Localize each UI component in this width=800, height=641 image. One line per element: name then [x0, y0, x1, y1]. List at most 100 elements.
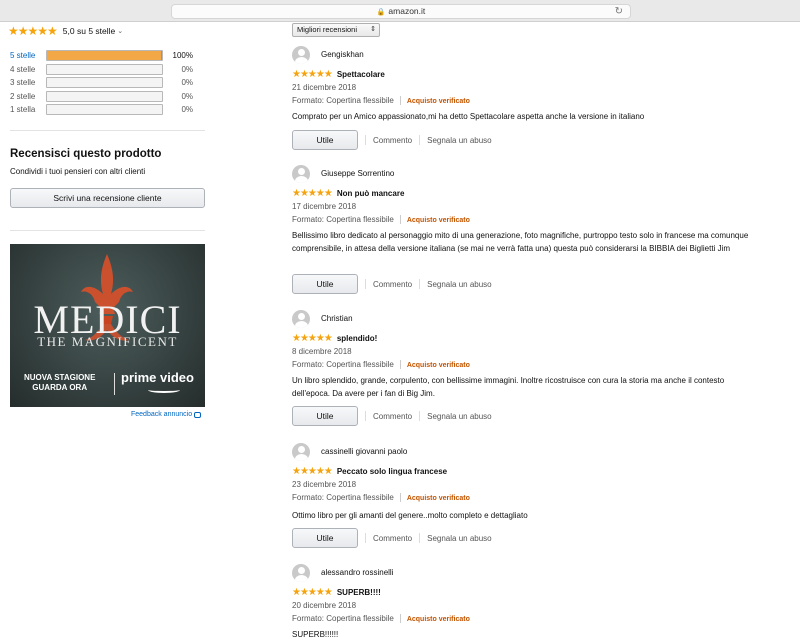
separator: [419, 279, 421, 289]
ad-separator: [114, 373, 115, 395]
review-title-row: ★★★★★ Spettacolare: [292, 69, 385, 80]
report-abuse-link[interactable]: Segnala un abuso: [427, 280, 492, 289]
helpful-button[interactable]: Utile: [292, 406, 358, 426]
ad-line-2: GUARDA ORA: [32, 383, 88, 392]
select-arrows-icon: ⇕: [370, 26, 376, 33]
review-format: Formato: Copertina flessibile Acquisto ve…: [292, 493, 470, 503]
comment-link[interactable]: Commento: [373, 136, 412, 145]
rating-histogram: 5 stelle 100% 4 stelle 0% 3 stelle 0% 2 …: [10, 49, 210, 117]
smile-icon: [148, 387, 180, 393]
reviewer-name[interactable]: cassinelli giovanni paolo: [321, 447, 407, 456]
advertisement-banner[interactable]: MEDICI THE MAGNIFICENT NUOVA STAGIONE GU…: [10, 244, 205, 407]
histogram-percent: 100%: [172, 51, 193, 61]
rating-text: 5,0 su 5 stelle: [62, 26, 116, 36]
histogram-percent: 0%: [181, 64, 193, 74]
helpful-button[interactable]: Utile: [292, 528, 358, 548]
avatar: [292, 564, 310, 582]
review-format: Formato: Copertina flessibile Acquisto ve…: [292, 215, 470, 225]
helpful-button[interactable]: Utile: [292, 274, 358, 294]
prime-video-logo: prime video: [121, 370, 194, 385]
histogram-label: 2 stelle: [10, 91, 36, 101]
review-title[interactable]: SUPERB!!!!: [337, 588, 381, 597]
review-title[interactable]: Non può mancare: [337, 189, 405, 198]
sort-select[interactable]: Migliori recensioni ⇕: [292, 23, 380, 37]
histogram-row[interactable]: 5 stelle 100%: [10, 49, 210, 63]
histogram-fill: [47, 51, 162, 61]
review-title[interactable]: Spettacolare: [337, 70, 385, 79]
reviewer-name[interactable]: Giuseppe Sorrentino: [321, 169, 394, 178]
ad-line-1: NUOVA STAGIONE: [24, 373, 96, 382]
histogram-label: 1 stella: [10, 105, 36, 115]
review-stars-icon: ★★★★★: [292, 587, 333, 598]
ad-cta: NUOVA STAGIONE GUARDA ORA: [24, 373, 95, 393]
review-body: Un libro splendido, grande, corpulento, …: [292, 376, 725, 398]
histogram-label: 4 stelle: [10, 64, 36, 74]
histogram-bar: [46, 77, 163, 89]
review-date: 17 dicembre 2018: [292, 202, 357, 211]
format-label[interactable]: Formato: Copertina flessibile: [292, 614, 394, 623]
format-label[interactable]: Formato: Copertina flessibile: [292, 360, 394, 369]
separator: [399, 360, 401, 370]
review-date: 8 dicembre 2018: [292, 347, 352, 356]
histogram-bar[interactable]: [46, 50, 163, 62]
review-title[interactable]: splendido!: [337, 334, 377, 343]
avatar: [292, 310, 310, 328]
separator: [419, 533, 421, 543]
histogram-row: 3 stelle 0%: [10, 76, 210, 90]
report-abuse-link[interactable]: Segnala un abuso: [427, 412, 492, 421]
separator: [399, 96, 401, 106]
address-bar[interactable]: 🔒 amazon.it ↻: [171, 4, 631, 19]
separator: [365, 279, 366, 289]
comment-link[interactable]: Commento: [373, 412, 412, 421]
verified-badge: Acquisto verificato: [406, 495, 470, 502]
browser-toolbar: 🔒 amazon.it ↻: [0, 0, 800, 22]
review-stars-icon: ★★★★★: [292, 466, 333, 477]
histogram-label[interactable]: 5 stelle: [10, 51, 46, 60]
reload-icon[interactable]: ↻: [615, 5, 623, 18]
separator: [419, 135, 421, 145]
write-review-subtext: Condividi i tuoi pensieri con altri clie…: [10, 167, 146, 176]
review-title-row: ★★★★★ SUPERB!!!!: [292, 587, 381, 598]
separator: [399, 614, 401, 624]
histogram-bar: [46, 104, 163, 116]
review-format: Formato: Copertina flessibile Acquisto ve…: [292, 360, 470, 370]
url-text: amazon.it: [388, 6, 426, 16]
review-actions: Utile Commento Segnala un abuso: [292, 406, 492, 426]
review-title-row: ★★★★★ Non può mancare: [292, 188, 404, 199]
avatar: [292, 165, 310, 183]
avatar: [292, 46, 310, 64]
report-abuse-link[interactable]: Segnala un abuso: [427, 136, 492, 145]
ad-feedback-link[interactable]: Feedback annuncio: [131, 411, 202, 418]
report-abuse-link[interactable]: Segnala un abuso: [427, 534, 492, 543]
format-label[interactable]: Formato: Copertina flessibile: [292, 96, 394, 105]
histogram-row: 1 stella 0%: [10, 103, 210, 117]
divider: [10, 130, 205, 131]
comment-link[interactable]: Commento: [373, 280, 412, 289]
review-title[interactable]: Peccato solo lingua francese: [337, 467, 447, 476]
write-review-heading: Recensisci questo prodotto: [10, 148, 162, 160]
avatar: [292, 443, 310, 461]
format-label[interactable]: Formato: Copertina flessibile: [292, 493, 394, 502]
review-actions: Utile Commento Segnala un abuso: [292, 130, 492, 150]
separator: [419, 411, 421, 421]
comment-link[interactable]: Commento: [373, 534, 412, 543]
average-rating[interactable]: ★★★★★ 5,0 su 5 stelle ⌄: [8, 24, 123, 38]
separator: [365, 533, 366, 543]
sort-selected-value: Migliori recensioni: [297, 25, 358, 34]
review-format: Formato: Copertina flessibile Acquisto ve…: [292, 96, 470, 106]
histogram-bar: [46, 90, 163, 102]
histogram-bar: [46, 63, 163, 75]
lock-icon: 🔒: [376, 9, 386, 16]
format-label[interactable]: Formato: Copertina flessibile: [292, 215, 394, 224]
divider: [10, 230, 205, 231]
review-date: 21 dicembre 2018: [292, 83, 357, 92]
reviewer-name[interactable]: Gengiskhan: [321, 50, 364, 59]
helpful-button[interactable]: Utile: [292, 130, 358, 150]
verified-badge: Acquisto verificato: [406, 616, 470, 623]
write-review-button[interactable]: Scrivi una recensione cliente: [10, 188, 205, 208]
reviewer-name[interactable]: alessandro rossinelli: [321, 568, 393, 577]
histogram-percent: 0%: [181, 78, 193, 88]
reviewer-name[interactable]: Christian: [321, 314, 353, 323]
separator: [365, 411, 366, 421]
histogram-label: 3 stelle: [10, 78, 36, 88]
